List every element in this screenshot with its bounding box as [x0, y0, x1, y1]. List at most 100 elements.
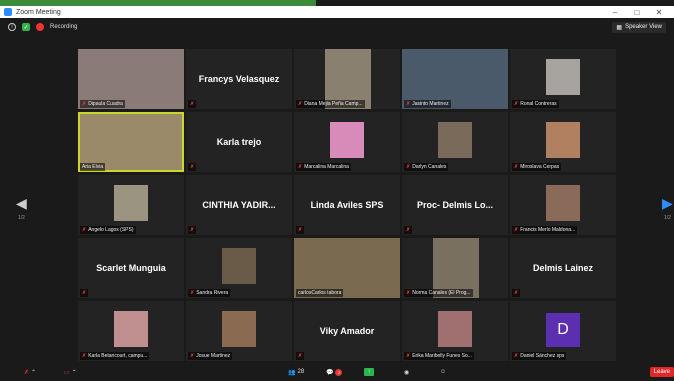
page-indicator-right: 1/2 — [664, 215, 671, 221]
mic-muted-icon: ✗ — [82, 101, 87, 107]
participant-label: ✗ Darlyn Canales — [404, 163, 449, 171]
mic-muted-icon: ✗ — [406, 290, 411, 296]
participant-tile[interactable]: ✗ Ronal Contreras — [510, 49, 616, 109]
participant-name: Darlyn Canales — [412, 164, 447, 170]
chevron-up-icon[interactable]: ⌃ — [72, 369, 77, 376]
reactions-icon: ☺ — [440, 369, 447, 375]
video-off-icon: ▭ — [64, 369, 70, 376]
participant-name: Diana Mejia Peña Camp... — [304, 101, 363, 107]
participant-name: Marcalina Marcalina — [304, 164, 349, 170]
participant-tile[interactable]: ✗ Sandra Rivera — [186, 238, 292, 298]
meeting-topbar: i ✓ Recording ▦ Speaker View — [0, 18, 674, 36]
share-screen-icon: ↑ — [364, 368, 374, 376]
participant-tile[interactable]: Francys Velasquez ✗ — [186, 49, 292, 109]
participant-label: ✗ Daniel Sánchez sps — [512, 352, 567, 360]
participant-display-name: Proc- Delmis Lo... — [416, 200, 494, 210]
participant-tile[interactable]: Scarlet Munguia ✗ — [78, 238, 184, 298]
participant-label: ✗ Sandra Rivera — [188, 289, 231, 297]
participant-tile[interactable]: ✗ Marcalina Marcalina — [294, 112, 400, 172]
mic-muted-icon: ✗ — [298, 353, 303, 359]
mic-muted-icon: ✗ — [514, 101, 519, 107]
maximize-icon[interactable]: □ — [626, 8, 648, 17]
participant-tile[interactable]: ✗ Miroslava Cerpas — [510, 112, 616, 172]
participant-name: Norma Canales (El Prog... — [412, 290, 471, 296]
window-titlebar: Zoom Meeting – □ ✕ — [0, 6, 674, 18]
participant-label: Aria Elvia — [80, 163, 106, 171]
mic-muted-icon: ✗ — [514, 353, 519, 359]
participant-tile[interactable]: ✗ Angelo Lagos (SPS) — [78, 175, 184, 235]
participant-tile[interactable]: Viky Amador ✗ — [294, 301, 400, 361]
participant-tile[interactable]: carlosCarlos tabora — [294, 238, 400, 298]
participant-tile[interactable]: Delmis Lainez ✗ — [510, 238, 616, 298]
participant-tile[interactable]: Linda Aviles SPS ✗ — [294, 175, 400, 235]
speaker-view-button[interactable]: ▦ Speaker View — [612, 21, 666, 33]
window-title: Zoom Meeting — [16, 8, 61, 16]
participant-display-name: CINTHIA YADIR... — [202, 200, 276, 210]
shield-icon[interactable]: ✓ — [22, 23, 30, 31]
zoom-icon — [4, 8, 12, 16]
participant-tile[interactable]: ✗ Josue Martinez — [186, 301, 292, 361]
unmute-button[interactable]: ✗ ⌃ — [24, 369, 36, 376]
participant-tile[interactable]: ✗ Francis Merlo Maldona... — [510, 175, 616, 235]
participant-label: ✗ Norma Canales (El Prog... — [404, 289, 473, 297]
chevron-up-icon[interactable]: ⌃ — [31, 369, 36, 376]
info-icon[interactable]: i — [8, 23, 16, 31]
minimize-icon[interactable]: – — [604, 8, 626, 17]
next-page-arrow[interactable]: ▶ — [662, 195, 673, 212]
participant-name: Angelo Lagos (SPS) — [88, 227, 134, 233]
participant-label: ✗ — [512, 289, 521, 297]
participant-tile[interactable]: ✗ Norma Canales (El Prog... — [402, 238, 508, 298]
leave-button[interactable]: Leave — [649, 367, 674, 377]
participant-display-name: Linda Aviles SPS — [310, 200, 384, 210]
participant-tile[interactable]: ✗ Darlyn Canales — [402, 112, 508, 172]
mic-muted-icon: ✗ — [514, 227, 519, 233]
avatar: D — [546, 313, 580, 347]
grid-icon: ▦ — [616, 24, 623, 31]
participant-grid: ✗ Dipaula Cuadra Francys Velasquez ✗ ✗ Dia… — [78, 49, 616, 361]
participant-tile-active-speaker[interactable]: Aria Elvia — [78, 112, 184, 172]
participant-label: ✗ — [188, 226, 197, 234]
participant-tile[interactable]: Karla trejo ✗ — [186, 112, 292, 172]
participant-name: Jasinto Martinez — [412, 101, 449, 107]
participant-label: ✗ — [188, 163, 197, 171]
mic-muted-icon: ✗ — [406, 101, 411, 107]
share-screen-button[interactable]: ↑ — [364, 368, 374, 376]
start-video-button[interactable]: ▭ ⌃ — [64, 369, 77, 376]
participant-tile[interactable]: D ✗ Daniel Sánchez sps — [510, 301, 616, 361]
recording-icon — [36, 23, 44, 31]
video-feed — [330, 122, 364, 158]
participant-display-name: Francys Velasquez — [198, 74, 280, 84]
participant-tile[interactable]: ✗ Dipaula Cuadra — [78, 49, 184, 109]
page-indicator-left: 1/2 — [18, 215, 25, 221]
participant-tile[interactable]: ✗ Diana Mejia Peña Camp... — [294, 49, 400, 109]
participant-label: ✗ Karla Betancourt, campu... — [80, 352, 150, 360]
mic-muted-icon: ✗ — [190, 101, 195, 107]
participant-tile[interactable]: ✗ Jasinto Martinez — [402, 49, 508, 109]
mic-muted-icon: ✗ — [298, 164, 303, 170]
participants-icon: 👥 — [288, 369, 296, 376]
participant-name: Aria Elvia — [82, 164, 104, 170]
participants-button[interactable]: 👥 28 — [288, 369, 304, 376]
video-feed — [438, 122, 472, 158]
mic-muted-icon: ✗ — [190, 353, 195, 359]
participant-tile[interactable]: Proc- Delmis Lo... ✗ — [402, 175, 508, 235]
reactions-button[interactable]: ☺ — [440, 369, 446, 375]
participant-name: Sandra Rivera — [196, 290, 229, 296]
participant-name: Dipaula Cuadra — [88, 101, 123, 107]
record-button[interactable]: ◉ — [404, 369, 409, 376]
participant-tile[interactable]: ✗ Erika Maribelly Funes So... — [402, 301, 508, 361]
mic-muted-icon: ✗ — [82, 290, 87, 296]
mic-muted-icon: ✗ — [190, 227, 195, 233]
participant-tile[interactable]: ✗ Karla Betancourt, campu... — [78, 301, 184, 361]
prev-page-arrow[interactable]: ◀ — [16, 195, 27, 212]
participant-tile[interactable]: CINTHIA YADIR... ✗ — [186, 175, 292, 235]
chat-button[interactable]: 💬 2 — [326, 368, 343, 376]
mic-muted-icon: ✗ — [406, 353, 411, 359]
participant-label: ✗ — [404, 226, 413, 234]
participant-label: ✗ Angelo Lagos (SPS) — [80, 226, 136, 234]
close-icon[interactable]: ✕ — [648, 8, 670, 17]
participant-label: ✗ Josue Martinez — [188, 352, 233, 360]
participant-label: ✗ — [188, 100, 197, 108]
participant-label: ✗ Miroslava Cerpas — [512, 163, 562, 171]
video-feed — [438, 311, 472, 347]
